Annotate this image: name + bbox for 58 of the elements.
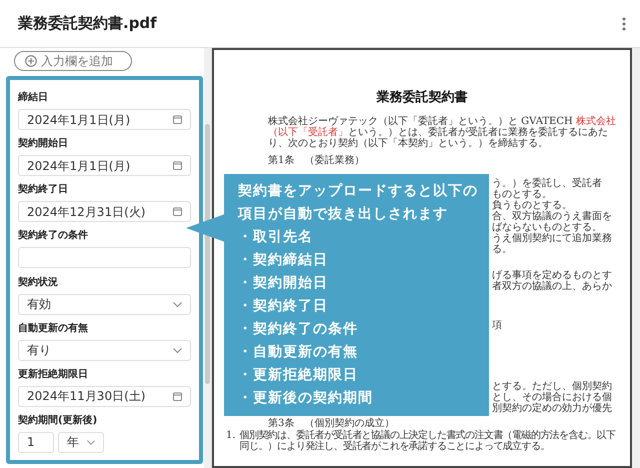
text-field[interactable] bbox=[18, 247, 191, 268]
chevron-down-icon bbox=[173, 302, 182, 306]
callout-list-item: ・自動更新の有無 bbox=[238, 342, 359, 362]
field-label: 更新拒絶期限日 bbox=[18, 368, 89, 380]
callout-list-item: ・取引先名 bbox=[238, 228, 314, 247]
field-label: 締結日 bbox=[18, 92, 49, 104]
document-text-line: 項 bbox=[492, 320, 503, 330]
field-label: 契約終了日 bbox=[18, 184, 69, 196]
callout-list-item: ・更新後の契約期間 bbox=[238, 388, 374, 408]
plus-circle-icon bbox=[25, 55, 37, 67]
document-text-line: る。 bbox=[492, 244, 513, 254]
document-text-line: う。）を委託し、受託者 bbox=[492, 178, 603, 188]
calendar-icon[interactable] bbox=[173, 207, 182, 216]
document-paragraph: 株式会社ジーヴァテック（以下「委託者」という。）と GVATECH 株式会社（以下「受託者」という。）とは、委託者が受託者に業務を委託するにあたり、次のとおり契約（以下「本契約」という。）を締結する。 bbox=[267, 116, 617, 148]
calendar-icon[interactable] bbox=[173, 115, 182, 124]
scrollbar[interactable] bbox=[204, 48, 211, 468]
calendar-icon[interactable] bbox=[173, 392, 182, 400]
field-label: 自動更新の有無 bbox=[18, 322, 89, 334]
dropdown[interactable]: 有効 bbox=[18, 294, 191, 314]
callout-heading: 契約書をアップロードすると以下の項目が自動で抜き出しされます bbox=[238, 182, 479, 224]
document-text-line: 負うものとする。 bbox=[492, 200, 573, 210]
callout-list-item: ・更新拒絶期限日 bbox=[238, 366, 359, 385]
document-paragraph: 個別契約は、委託者が受託者と協議の上決定した書式の注文書（電磁的方法を含む。以下同じ。）により発注し、受託者がこれを承諾することによって成立する。 bbox=[240, 430, 617, 452]
dropdown[interactable]: 有り bbox=[18, 340, 191, 360]
document-text-line: ものとする。 bbox=[492, 188, 553, 200]
field-label: 契約状況 bbox=[18, 276, 59, 288]
article-heading: 第3条 （個別契約の成立） bbox=[267, 418, 396, 428]
field-label: 契約期間(更新後) bbox=[18, 414, 98, 426]
date-field[interactable]: 2024年1月1日(月) bbox=[18, 109, 191, 130]
more-options-icon[interactable] bbox=[622, 16, 626, 30]
unit-dropdown[interactable]: 年 bbox=[58, 432, 104, 452]
field-label: 契約開始日 bbox=[18, 138, 69, 150]
document-text-line: げる事項を定めるものとす bbox=[492, 270, 613, 280]
list-number: 1. bbox=[226, 430, 236, 442]
chevron-down-icon bbox=[87, 440, 95, 444]
date-field[interactable]: 2024年11月30日(土) bbox=[18, 386, 191, 406]
date-field[interactable]: 2024年1月1日(月) bbox=[18, 155, 191, 176]
document-text-line: 別契約の定めの効力が優先 bbox=[492, 402, 613, 414]
date-field[interactable]: 2024年12月31日(火) bbox=[18, 201, 191, 222]
add-field-button[interactable]: 入力欄を追加 bbox=[14, 51, 132, 71]
scrollbar-thumb[interactable] bbox=[205, 124, 210, 384]
document-text-line: うえ個別契約にて追加業務 bbox=[492, 232, 613, 244]
callout-list-item: ・契約終了の条件 bbox=[238, 320, 359, 339]
document-text-line: とし、その場合における個 bbox=[492, 392, 613, 402]
article-heading: 第1条 （委託業務） bbox=[267, 154, 366, 166]
document-text-line: 者双方の協議の上、あらか bbox=[492, 280, 613, 292]
callout-list-item: ・契約終了日 bbox=[238, 297, 329, 316]
document-title: 業務委託契約書 bbox=[376, 88, 468, 107]
window-title: 業務委託契約書.pdf bbox=[18, 13, 157, 34]
field-label: 契約終了の条件 bbox=[18, 230, 89, 242]
number-field[interactable]: 1 bbox=[18, 432, 54, 452]
document-text-line: ばならないものとする。 bbox=[492, 222, 603, 232]
callout-list-item: ・契約締結日 bbox=[238, 251, 329, 270]
calendar-icon[interactable] bbox=[173, 161, 182, 170]
chevron-down-icon bbox=[173, 348, 182, 352]
document-text-line: とする。ただし、個別契約 bbox=[492, 380, 613, 392]
document-text-line: 合、双方協議のうえ書面を bbox=[492, 210, 613, 222]
callout-list-item: ・契約開始日 bbox=[238, 274, 329, 293]
